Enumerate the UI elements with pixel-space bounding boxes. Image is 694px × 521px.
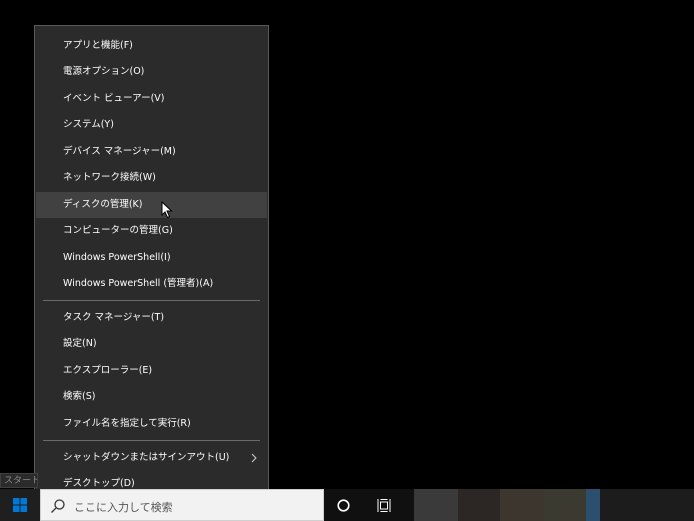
menu-item-power-options[interactable]: 電源オプション(O) (36, 59, 267, 85)
menu-item-settings[interactable]: 設定(N) (36, 331, 267, 357)
menu-item-run[interactable]: ファイル名を指定して実行(R) (36, 411, 267, 437)
task-view-icon (377, 499, 391, 512)
menu-item-label: シャットダウンまたはサインアウト(U) (63, 452, 230, 463)
menu-item-event-viewer[interactable]: イベント ビューアー(V) (36, 86, 267, 112)
menu-item-file-explorer[interactable]: エクスプローラー(E) (36, 358, 267, 384)
start-tooltip: スタート (0, 473, 38, 488)
menu-item-network-connections[interactable]: ネットワーク接続(W) (36, 165, 267, 191)
menu-item-powershell-admin[interactable]: Windows PowerShell (管理者)(A) (36, 271, 267, 297)
chevron-right-icon (249, 445, 259, 471)
menu-item-search[interactable]: 検索(S) (36, 384, 267, 410)
taskbar-app-button[interactable] (500, 489, 544, 521)
menu-item-computer-management[interactable]: コンピューターの管理(G) (36, 218, 267, 244)
cortana-button[interactable] (328, 489, 358, 521)
taskbar-app-button[interactable] (414, 489, 458, 521)
menu-separator (43, 300, 260, 301)
taskbar-app-button[interactable] (458, 489, 500, 521)
taskbar-app-button[interactable] (586, 489, 600, 521)
task-view-button[interactable] (368, 489, 398, 521)
menu-item-disk-management[interactable]: ディスクの管理(K) (36, 192, 267, 218)
power-user-menu: アプリと機能(F) 電源オプション(O) イベント ビューアー(V) システム(… (34, 25, 269, 503)
desktop: アプリと機能(F) 電源オプション(O) イベント ビューアー(V) システム(… (0, 0, 694, 521)
menu-item-apps-features[interactable]: アプリと機能(F) (36, 33, 267, 59)
menu-item-system[interactable]: システム(Y) (36, 112, 267, 138)
search-box[interactable]: ここに入力して検索 (40, 489, 324, 521)
mouse-cursor-icon (161, 200, 173, 219)
menu-separator (43, 440, 260, 441)
search-icon (50, 498, 66, 518)
menu-item-task-manager[interactable]: タスク マネージャー(T) (36, 305, 267, 331)
search-placeholder: ここに入力して検索 (74, 501, 173, 514)
taskbar-app-button[interactable] (600, 489, 694, 521)
windows-logo-icon (13, 498, 27, 512)
cortana-circle-icon (337, 499, 350, 512)
taskbar: ここに入力して検索 (0, 489, 694, 521)
start-button[interactable] (0, 489, 40, 521)
menu-item-powershell[interactable]: Windows PowerShell(I) (36, 245, 267, 271)
taskbar-app-button[interactable] (544, 489, 586, 521)
menu-item-shutdown-signout[interactable]: シャットダウンまたはサインアウト(U) (36, 445, 267, 471)
menu-item-device-manager[interactable]: デバイス マネージャー(M) (36, 139, 267, 165)
